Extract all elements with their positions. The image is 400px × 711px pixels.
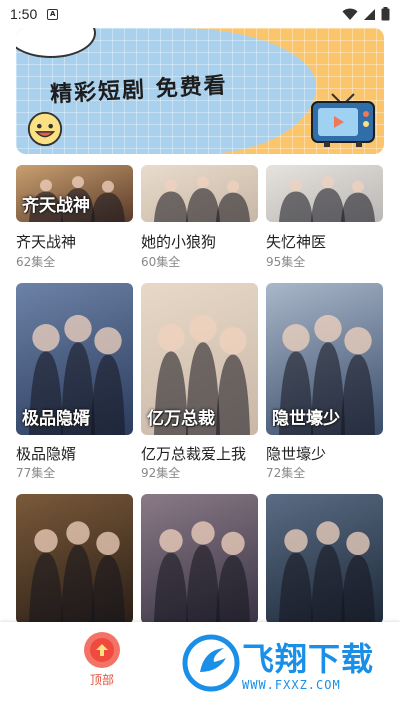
smiley-icon <box>27 111 63 147</box>
promo-banner[interactable]: 精彩短剧 免费看 <box>16 28 384 154</box>
episode-count: 62集全 <box>16 255 56 269</box>
drama-poster[interactable]: 亿万总裁 <box>141 283 258 435</box>
watermark-url: WWW.FXXZ.COM <box>242 678 341 692</box>
poster-title-art: 齐天战神 <box>22 196 90 216</box>
poster-title-art: 极品隐婿 <box>22 409 90 429</box>
tv-icon <box>311 93 375 147</box>
status-time: 1:50 <box>10 6 38 22</box>
notification-icon: A <box>47 8 59 20</box>
poster-title-art: 亿万总裁 <box>147 409 215 429</box>
drama-title[interactable]: 极品隐婿 <box>16 443 76 464</box>
drama-poster[interactable]: 极品隐婿 <box>16 283 133 435</box>
back-to-top-circle <box>84 632 120 668</box>
poster-figures <box>154 521 250 624</box>
poster-title-art: 隐世壕少 <box>272 409 340 429</box>
episode-count: 72集全 <box>266 466 306 480</box>
poster-figures <box>29 521 125 624</box>
episode-count: 92集全 <box>141 466 181 480</box>
drama-title[interactable]: 隐世壕少 <box>266 443 326 464</box>
episode-count: 77集全 <box>16 466 56 480</box>
drama-poster[interactable] <box>266 494 383 624</box>
status-bar: 1:50 A <box>0 0 400 28</box>
watermark-overlay: 飞翔下载 WWW.FXXZ.COM <box>178 630 386 696</box>
arrow-up-icon <box>90 638 114 662</box>
drama-title[interactable]: 亿万总裁爱上我 <box>141 443 246 464</box>
drama-title[interactable]: 齐天战神 <box>16 231 76 252</box>
episode-count: 95集全 <box>266 255 306 269</box>
drama-title[interactable]: 失忆神医 <box>266 231 326 252</box>
battery-icon <box>381 7 390 21</box>
episode-count: 60集全 <box>141 255 181 269</box>
drama-poster[interactable]: 隐世壕少 <box>266 283 383 435</box>
drama-poster[interactable] <box>141 165 258 222</box>
drama-title[interactable]: 她的小狼狗 <box>141 231 216 252</box>
poster-figures <box>154 176 250 222</box>
poster-figures <box>279 521 375 624</box>
drama-poster[interactable] <box>141 494 258 624</box>
app-screen: 1:50 A 精彩短剧 免费看 齐天战神 齐天战神 62集全 她的小狼狗 60集… <box>0 0 400 711</box>
status-icons <box>342 7 390 21</box>
back-to-top-button[interactable]: 顶部 <box>82 632 122 692</box>
watermark-brand: 飞翔下载 <box>242 640 375 678</box>
signal-icon <box>364 8 375 20</box>
drama-poster[interactable] <box>266 165 383 222</box>
drama-poster[interactable]: 齐天战神 <box>16 165 133 222</box>
drama-poster[interactable] <box>16 494 133 624</box>
back-to-top-label: 顶部 <box>89 673 114 687</box>
wifi-icon <box>342 8 358 20</box>
poster-figures <box>279 176 375 222</box>
watermark-logo-icon <box>182 634 240 692</box>
